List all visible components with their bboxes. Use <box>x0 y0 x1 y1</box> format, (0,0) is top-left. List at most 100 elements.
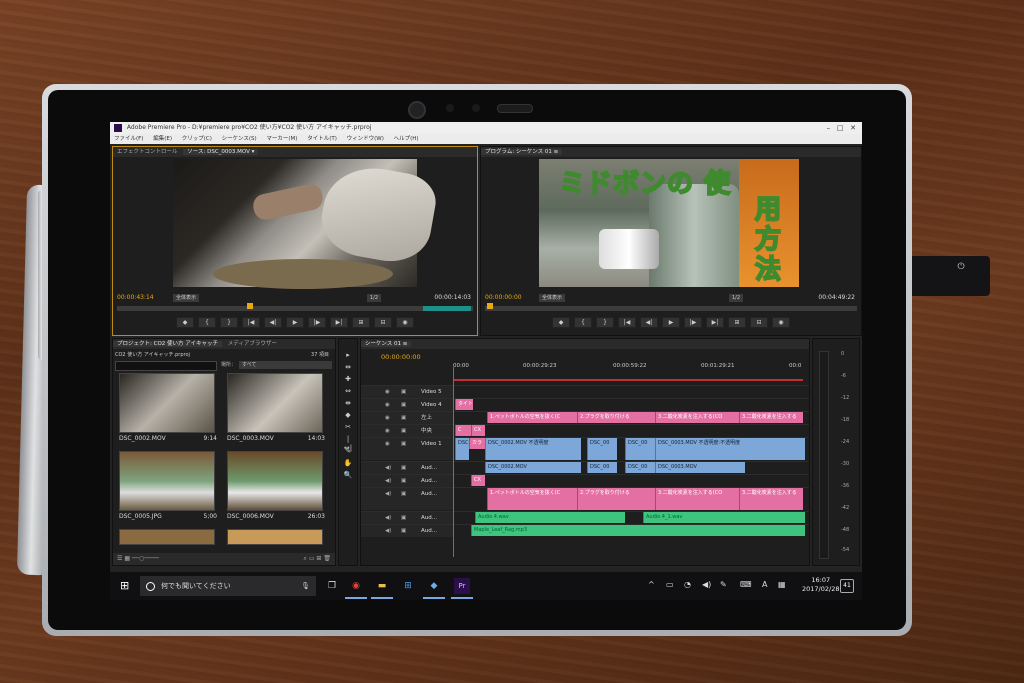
store-icon[interactable]: ⊞ <box>400 578 416 594</box>
network-icon[interactable]: ◔ <box>684 580 691 589</box>
timeline-clip[interactable]: DSC_00 <box>587 438 617 460</box>
speaker-icon[interactable]: ◀) <box>385 512 391 524</box>
speaker-icon[interactable]: ◀) <box>385 525 391 537</box>
project-item[interactable]: DSC_0006.MOV 26:03 <box>227 513 327 520</box>
timeline-clip[interactable]: タイト <box>455 399 473 410</box>
timeline-clip[interactable]: 3.二酸化炭素を注入する(CO <box>655 412 739 423</box>
project-item[interactable]: DSC_0005.JPG 5;00 <box>119 513 219 520</box>
export-frame-button[interactable]: ◉ <box>772 317 790 328</box>
menu-title[interactable]: タイトル(T) <box>307 136 337 142</box>
project-item-thumbnail[interactable] <box>119 451 215 511</box>
source-fit-dropdown[interactable]: 全体表示 <box>173 294 200 302</box>
lock-icon[interactable]: ▣ <box>401 475 406 487</box>
mark-out-button[interactable]: } <box>220 317 238 328</box>
rolling-edit-tool-icon[interactable]: ⇔ <box>343 387 353 396</box>
minimize-button[interactable]: – <box>827 124 831 132</box>
project-search-input[interactable] <box>115 361 217 371</box>
slide-tool-icon[interactable]: |↔| <box>343 435 353 452</box>
location-dropdown[interactable]: すべて <box>239 361 332 369</box>
clock[interactable]: 16:07 2017/02/28 <box>802 576 839 594</box>
timeline-clip[interactable]: 2.プラグを取り付ける <box>577 488 655 510</box>
timeline-clip[interactable]: DSC_00 <box>587 462 617 473</box>
timeline-clip[interactable]: DSC_0002.MOV <box>485 462 581 473</box>
maximize-button[interactable]: □ <box>837 124 844 132</box>
timeline-clip[interactable]: CX <box>471 475 485 486</box>
selection-tool-icon[interactable]: ▸ <box>343 351 353 360</box>
project-item-thumbnail[interactable] <box>227 529 323 545</box>
hand-tool-icon[interactable]: ✋ <box>343 459 353 468</box>
eye-icon[interactable]: ◉ <box>385 438 390 450</box>
mark-out-button[interactable]: } <box>596 317 614 328</box>
file-explorer-icon[interactable]: ▬ <box>374 578 390 594</box>
ime-pad-icon[interactable]: ▦ <box>778 580 786 589</box>
playhead-marker[interactable] <box>247 303 253 309</box>
source-resolution-dropdown[interactable]: 1/2 <box>367 294 382 302</box>
volume-icon[interactable]: ◀) <box>702 580 711 589</box>
timeline-clip[interactable]: DSC <box>455 438 469 460</box>
insert-button[interactable]: ⊞ <box>352 317 370 328</box>
chrome-icon[interactable]: ◉ <box>348 578 364 594</box>
go-to-in-button[interactable]: |◀ <box>618 317 636 328</box>
search-icon[interactable]: ⌕ <box>304 555 307 562</box>
list-view-icon[interactable]: ☰ <box>117 555 122 562</box>
timeline-ruler[interactable]: 00:00 00:00:29:23 00:00:59:22 00:01:29:2… <box>453 363 803 379</box>
program-timecode[interactable]: 00:00:00:00 <box>481 294 522 301</box>
step-forward-button[interactable]: |▶ <box>684 317 702 328</box>
menu-window[interactable]: ウィンドウ(W) <box>347 136 384 142</box>
add-marker-button[interactable]: ◆ <box>552 317 570 328</box>
timeline-clip[interactable]: Maple_Leaf_Rag.mp3 <box>471 525 805 536</box>
play-button[interactable]: ▶ <box>286 317 304 328</box>
work-area-bar[interactable] <box>453 379 803 381</box>
tab-effect-controls[interactable]: エフェクトコントロール <box>113 149 182 155</box>
speaker-icon[interactable]: ◀) <box>385 488 391 500</box>
program-scrubber[interactable] <box>485 303 857 311</box>
razor-tool-icon[interactable]: ◆ <box>343 411 353 420</box>
lock-icon[interactable]: ▣ <box>401 462 406 474</box>
timeline-clip[interactable]: DSC_0003.MOV <box>655 462 745 473</box>
task-view-icon[interactable]: ❐ <box>324 578 340 594</box>
project-item-thumbnail[interactable] <box>119 373 215 433</box>
project-item-thumbnail[interactable] <box>227 373 323 433</box>
menu-edit[interactable]: 編集(E) <box>153 136 172 142</box>
program-fit-dropdown[interactable]: 全体表示 <box>539 294 566 302</box>
icon-view-icon[interactable]: ▦ <box>124 555 130 562</box>
step-back-button[interactable]: ◀| <box>640 317 658 328</box>
trash-icon[interactable]: 🗑 <box>323 555 331 562</box>
mark-in-button[interactable]: { <box>198 317 216 328</box>
step-back-button[interactable]: ◀| <box>264 317 282 328</box>
timeline-clip[interactable]: 2.プラグを取り付ける <box>577 412 655 423</box>
battery-icon[interactable]: ▭ <box>666 580 674 589</box>
eye-icon[interactable]: ◉ <box>385 386 390 398</box>
menu-help[interactable]: ヘルプ(H) <box>394 136 419 142</box>
timeline-timecode[interactable]: 00:00:00:00 <box>381 353 421 361</box>
lock-icon[interactable]: ▣ <box>401 386 406 398</box>
premiere-taskbar-icon[interactable]: Pr <box>454 578 470 594</box>
export-frame-button[interactable]: ◉ <box>396 317 414 328</box>
ime-indicator[interactable]: A <box>762 580 767 589</box>
speaker-icon[interactable]: ◀) <box>385 462 391 474</box>
new-item-icon[interactable]: ⊞ <box>316 555 321 562</box>
timeline-clip[interactable]: Audio 4_1.wav <box>643 512 805 523</box>
tab-media-browser[interactable]: メディアブラウザー <box>224 341 281 347</box>
playhead-marker[interactable] <box>487 303 493 309</box>
keyboard-icon[interactable]: ⌨ <box>740 580 752 589</box>
microphone-icon[interactable]: 🎙 <box>301 576 310 596</box>
timeline-clip[interactable]: 3.二酸化炭素を注入する(CO <box>655 488 739 510</box>
source-video[interactable] <box>173 159 440 289</box>
slip-tool-icon[interactable]: ✂ <box>343 423 353 432</box>
start-button[interactable]: ⊞ <box>120 580 131 591</box>
project-item-thumbnail[interactable] <box>119 529 215 545</box>
timeline-clip[interactable]: DSC_0003.MOV 不透明度:不透明度 <box>655 438 805 460</box>
window-controls[interactable]: – □ ✕ <box>827 122 856 134</box>
project-item[interactable]: DSC_0002.MOV 9:14 <box>119 435 219 442</box>
menu-clip[interactable]: クリップ(C) <box>182 136 212 142</box>
timeline-playhead[interactable] <box>453 367 454 557</box>
step-forward-button[interactable]: |▶ <box>308 317 326 328</box>
track-select-tool-icon[interactable]: ⇹ <box>343 363 353 372</box>
notification-center-icon[interactable]: 41 <box>840 579 854 593</box>
tab-project[interactable]: プロジェクト: CO2 使い方 アイキャッチ <box>113 341 222 347</box>
pen-tool-icon[interactable]: ✎ <box>343 447 353 456</box>
program-video[interactable]: ミドボンの 使 用方法 <box>539 159 799 287</box>
mark-in-button[interactable]: { <box>574 317 592 328</box>
lock-icon[interactable]: ▣ <box>401 488 406 500</box>
